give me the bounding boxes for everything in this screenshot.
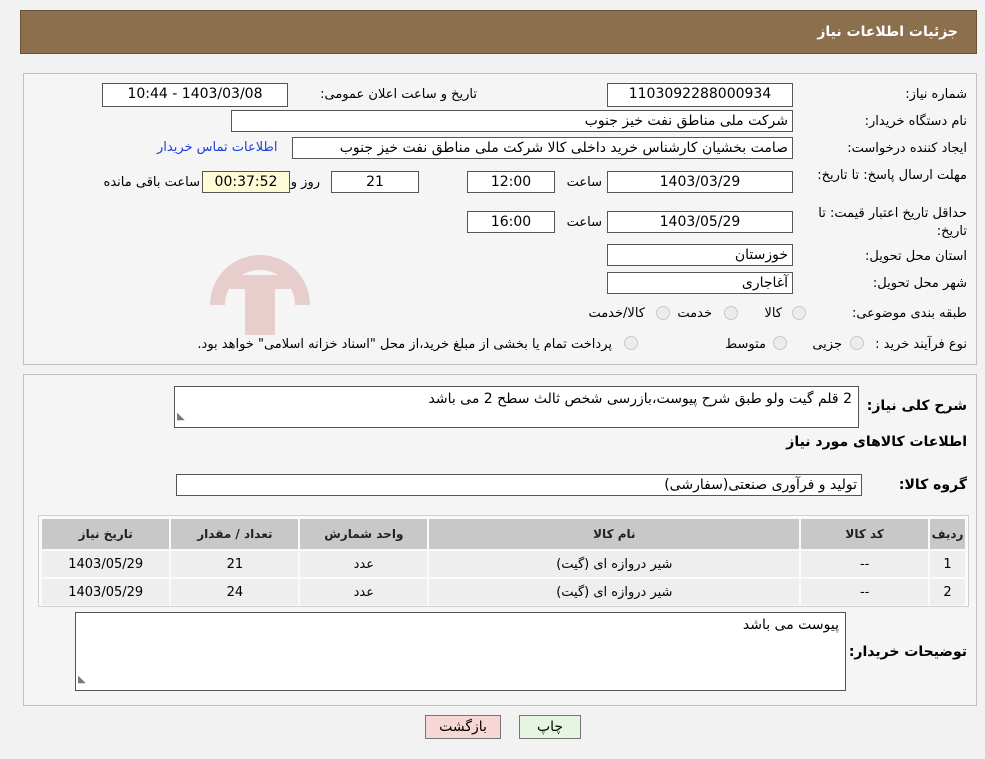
remaining-time-field: 00:37:52 — [202, 171, 290, 193]
category-option-goods: کالا — [764, 306, 782, 321]
cell-qty: 24 — [171, 579, 299, 605]
validity-time-field: 16:00 — [467, 211, 555, 233]
creator-field: صامت بخشیان کارشناس خرید داخلی کالا شرکت… — [292, 137, 793, 159]
col-header-code: کد کالا — [801, 519, 929, 549]
cell-date: 1403/05/29 — [42, 579, 170, 605]
category-radio-service[interactable] — [724, 306, 738, 320]
validity-date-field: 1403/05/29 — [607, 211, 793, 233]
print-button[interactable]: چاپ — [519, 715, 581, 739]
summary-label: شرح کلی نیاز: — [866, 398, 967, 414]
col-header-row: ردیف — [930, 519, 965, 549]
items-table: ردیف کد کالا نام کالا واحد شمارش تعداد /… — [40, 517, 967, 607]
cell-row-number: 2 — [930, 579, 965, 605]
process-radio-minor[interactable] — [850, 336, 864, 350]
buyer-org-label: نام دستگاه خریدار: — [864, 114, 967, 129]
buyer-contact-link[interactable]: اطلاعات تماس خریدار — [157, 140, 277, 155]
cell-name: شیر دروازه ای (گیت) — [429, 579, 800, 605]
cell-name: شیر دروازه ای (گیت) — [429, 551, 800, 577]
category-option-service: خدمت — [677, 306, 712, 321]
items-section-title: اطلاعات کالاهای مورد نیاز — [786, 434, 967, 450]
creator-label: ایجاد کننده درخواست: — [847, 141, 967, 156]
page-header: جزئیات اطلاعات نیاز — [20, 10, 977, 54]
validity-label: حداقل تاریخ اعتبار قیمت: تا تاریخ: — [818, 206, 967, 239]
process-option-minor: جزیی — [812, 337, 842, 352]
cell-code: -- — [801, 551, 929, 577]
announce-field: 1403/03/08 - 10:44 — [102, 83, 288, 107]
col-header-unit: واحد شمارش — [300, 519, 428, 549]
category-radio-goods[interactable] — [792, 306, 806, 320]
table-row: 2 -- شیر دروازه ای (گیت) عدد 24 1403/05/… — [42, 579, 965, 605]
process-radio-treasury[interactable] — [624, 336, 638, 350]
buyer-notes-label: توضیحات خریدار: — [848, 644, 967, 660]
deadline-date-field: 1403/03/29 — [607, 171, 793, 193]
group-label: گروه کالا: — [898, 477, 967, 493]
col-header-date: تاریخ نیاز — [42, 519, 170, 549]
cell-date: 1403/05/29 — [42, 551, 170, 577]
remaining-label: ساعت باقی مانده — [103, 175, 200, 190]
back-button[interactable]: بازگشت — [425, 715, 501, 739]
buyer-notes-textarea[interactable]: پیوست می باشد ◢ — [75, 612, 846, 691]
deadline-time-field: 12:00 — [467, 171, 555, 193]
province-label: استان محل تحویل: — [865, 249, 967, 264]
summary-text: 2 قلم گیت ولو طبق شرح پیوست،بازرسی شخص ث… — [428, 391, 852, 407]
process-radio-medium[interactable] — [773, 336, 787, 350]
deadline-label: مهلت ارسال پاسخ: تا تاریخ: — [817, 168, 967, 183]
need-number-label: شماره نیاز: — [905, 87, 967, 102]
category-radio-both[interactable] — [656, 306, 670, 320]
deadline-time-label: ساعت — [566, 175, 602, 190]
city-label: شهر محل تحویل: — [872, 276, 967, 291]
summary-textarea[interactable]: 2 قلم گیت ولو طبق شرح پیوست،بازرسی شخص ث… — [174, 386, 859, 428]
col-header-name: نام کالا — [429, 519, 800, 549]
city-field: آغاجاری — [607, 272, 793, 294]
table-row: 1 -- شیر دروازه ای (گیت) عدد 21 1403/05/… — [42, 551, 965, 577]
validity-time-label: ساعت — [566, 215, 602, 230]
category-label: طبقه بندی موضوعی: — [851, 306, 967, 321]
buyer-notes-text: پیوست می باشد — [742, 617, 839, 633]
process-note: پرداخت تمام یا بخشی از مبلغ خرید،از محل … — [197, 337, 612, 352]
cell-qty: 21 — [171, 551, 299, 577]
buyer-org-field: شرکت ملی مناطق نفت خیز جنوب — [231, 110, 793, 132]
category-option-both: کالا/خدمت — [588, 306, 645, 321]
province-field: خوزستان — [607, 244, 793, 266]
resize-handle-icon[interactable]: ◢ — [177, 408, 185, 426]
cell-unit: عدد — [300, 579, 428, 605]
days-field: 21 — [331, 171, 419, 193]
col-header-qty: تعداد / مقدار — [171, 519, 299, 549]
need-number-field: 1103092288000934 — [607, 83, 793, 107]
process-label: نوع فرآیند خرید : — [875, 337, 967, 352]
group-field: تولید و فرآوری صنعتی(سفارشی) — [176, 474, 862, 496]
page-title: جزئیات اطلاعات نیاز — [817, 24, 958, 40]
table-header-row: ردیف کد کالا نام کالا واحد شمارش تعداد /… — [42, 519, 965, 549]
process-option-medium: متوسط — [725, 337, 766, 352]
cell-unit: عدد — [300, 551, 428, 577]
resize-handle-icon[interactable]: ◢ — [78, 671, 86, 689]
days-label: روز و — [290, 175, 320, 190]
cell-code: -- — [801, 579, 929, 605]
cell-row-number: 1 — [930, 551, 965, 577]
announce-label: تاریخ و ساعت اعلان عمومی: — [320, 87, 477, 102]
